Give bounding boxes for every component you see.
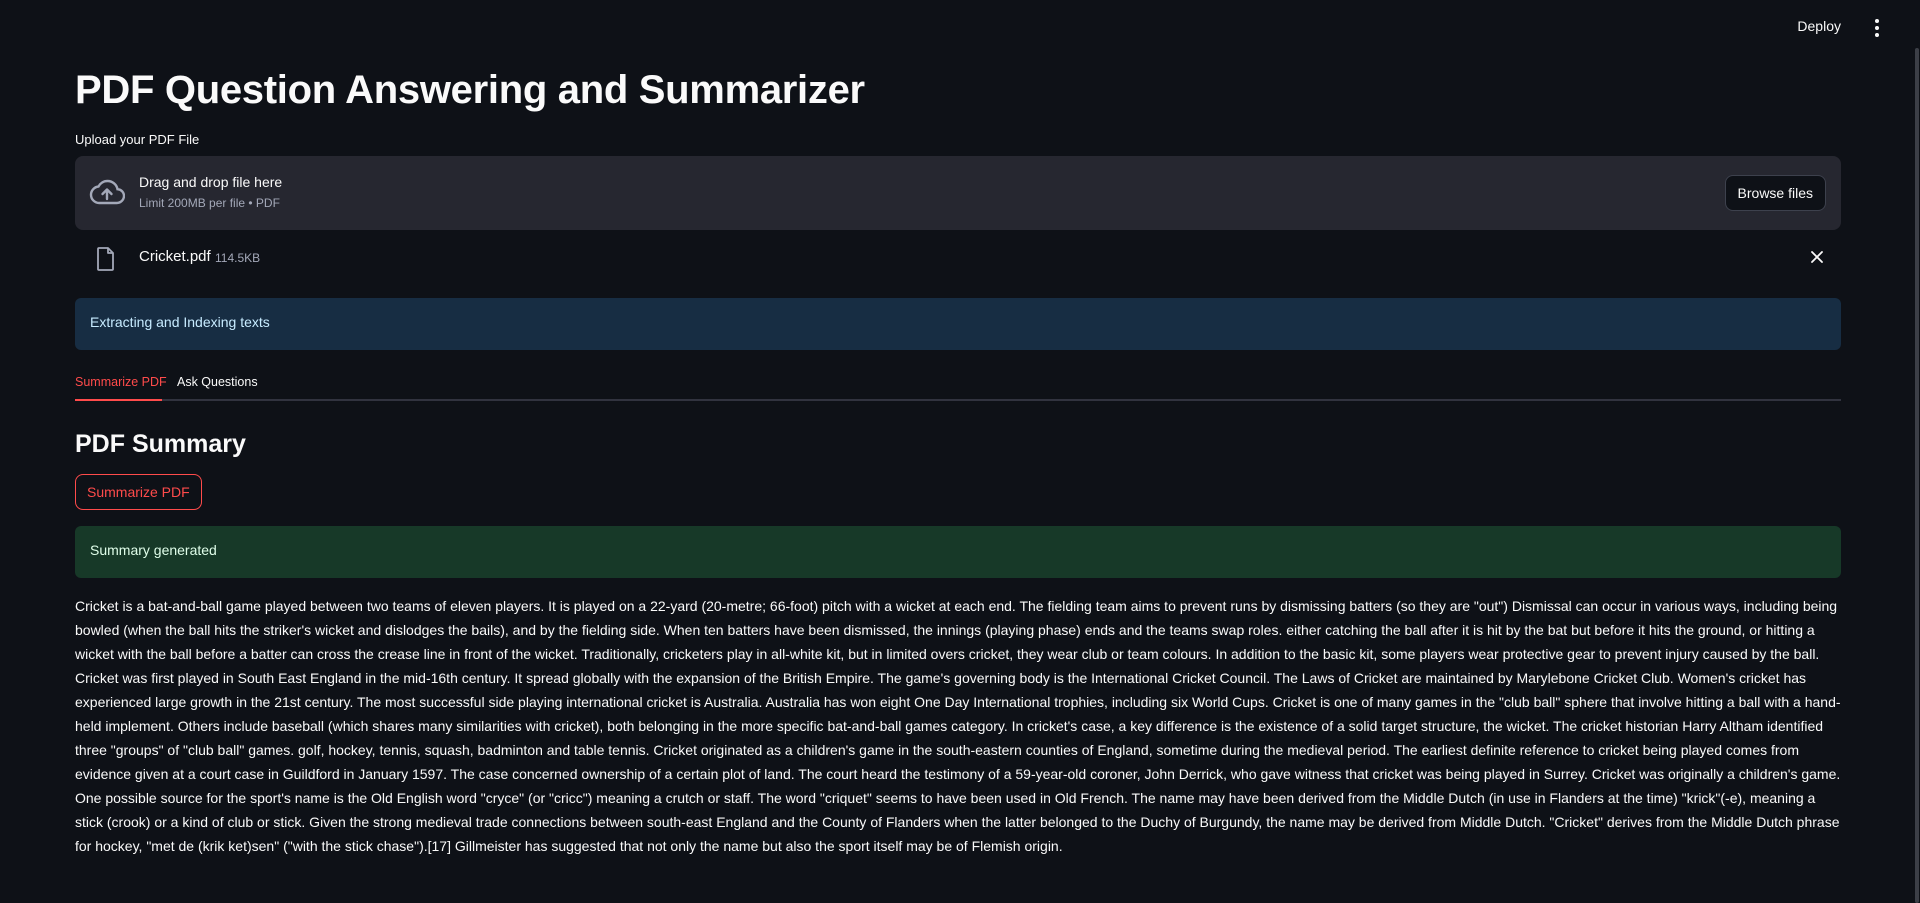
tab-ask-questions[interactable]: Ask Questions [177,375,258,389]
upload-label: Upload your PDF File [75,132,200,147]
uploaded-file-row: Cricket.pdf 114.5KB [75,230,1841,286]
tab-summarize-pdf[interactable]: Summarize PDF [75,375,167,389]
file-name: Cricket.pdf [139,248,211,265]
section-title: PDF Summary [75,430,246,458]
file-dropzone[interactable]: Drag and drop file here Limit 200MB per … [75,156,1841,230]
file-icon [97,247,114,271]
info-alert: Extracting and Indexing texts [75,298,1841,350]
deploy-button[interactable]: Deploy [1797,18,1841,34]
dropzone-title: Drag and drop file here [139,174,283,190]
close-icon[interactable] [1808,248,1826,266]
active-tab-indicator [75,399,162,401]
top-bar: Deploy [0,0,1920,56]
browse-files-button[interactable]: Browse files [1724,175,1826,211]
success-alert: Summary generated [75,526,1841,578]
file-size: 114.5KB [215,251,261,265]
cloud-upload-icon [89,179,125,205]
main-content: PDF Question Answering and Summarizer Up… [75,56,1841,858]
scrollbar-thumb[interactable] [1915,48,1919,903]
page-title: PDF Question Answering and Summarizer [75,68,865,112]
scrollbar[interactable] [1914,0,1920,903]
tab-bar: Summarize PDF Ask Questions [75,365,1841,401]
summarize-pdf-button[interactable]: Summarize PDF [75,474,202,510]
dropzone-limit: Limit 200MB per file • PDF [139,196,280,210]
summary-text: Cricket is a bat-and-ball game played be… [75,598,1841,854]
kebab-menu-icon[interactable] [1869,16,1885,40]
